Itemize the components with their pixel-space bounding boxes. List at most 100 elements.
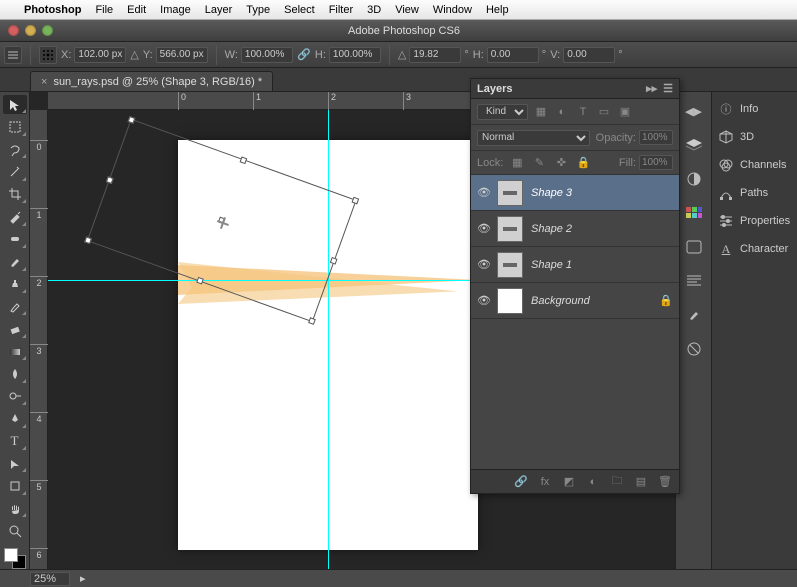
panel-3d[interactable]: 3D	[716, 126, 793, 148]
panel-info[interactable]: ⓘ Info	[716, 98, 793, 120]
adjustment-layer-icon[interactable]: ◐	[585, 474, 601, 490]
visibility-icon[interactable]: 👁	[477, 294, 489, 307]
brush-tool[interactable]	[3, 252, 27, 271]
link-wh-icon[interactable]: 🔗	[297, 47, 311, 63]
filter-adjust-icon[interactable]: ◐	[554, 104, 570, 120]
menubar-image[interactable]: Image	[160, 4, 191, 16]
hand-tool[interactable]	[3, 499, 27, 518]
filter-type-icon[interactable]: T	[575, 104, 591, 120]
lock-pixels-icon[interactable]: ✎	[531, 155, 547, 171]
layer-style-icon[interactable]: fx	[537, 474, 553, 490]
styles-strip-icon[interactable]	[681, 236, 707, 258]
gradient-tool[interactable]	[3, 342, 27, 361]
layer-name[interactable]: Background	[531, 295, 590, 307]
history-brush-tool[interactable]	[3, 297, 27, 316]
cancel-strip-icon[interactable]	[681, 338, 707, 360]
brush-strip-icon[interactable]	[681, 304, 707, 326]
filter-smart-icon[interactable]: ▣	[617, 104, 633, 120]
w-input[interactable]	[241, 47, 293, 63]
hskew-input[interactable]	[487, 47, 539, 63]
rotate-input[interactable]	[409, 47, 461, 63]
group-icon[interactable]: 🗀	[609, 474, 625, 490]
visibility-icon[interactable]: 👁	[477, 222, 489, 235]
layer-mask-icon[interactable]: ◩	[561, 474, 577, 490]
layers-strip-icon[interactable]	[681, 134, 707, 156]
filter-shape-icon[interactable]: ▭	[596, 104, 612, 120]
eraser-tool[interactable]	[3, 319, 27, 338]
guide-vertical[interactable]	[328, 110, 329, 569]
filter-pixel-icon[interactable]: ▦	[533, 104, 549, 120]
traffic-minimize[interactable]	[25, 25, 36, 36]
expand-panels-icon[interactable]: ◀▶	[681, 100, 707, 122]
pen-tool[interactable]	[3, 409, 27, 428]
link-layers-icon[interactable]: 🔗	[513, 474, 529, 490]
document-tab[interactable]: × sun_rays.psd @ 25% (Shape 3, RGB/16) *	[30, 71, 273, 91]
layer-row[interactable]: 👁 Background 🔒	[471, 283, 679, 319]
blend-mode-select[interactable]: Normal	[477, 130, 590, 146]
panel-character[interactable]: A Character	[716, 238, 793, 260]
menubar-window[interactable]: Window	[433, 4, 472, 16]
zoom-tool[interactable]	[3, 521, 27, 540]
visibility-icon[interactable]: 👁	[477, 186, 489, 199]
zoom-field[interactable]	[30, 572, 70, 586]
panel-collapse-icon[interactable]: ▸▸	[646, 82, 657, 95]
menubar-3d[interactable]: 3D	[367, 4, 381, 16]
ruler-vertical[interactable]: 0 1 2 3 4 5 6	[30, 110, 48, 569]
lock-position-icon[interactable]: ✜	[553, 155, 569, 171]
status-arrow-icon[interactable]: ▸	[80, 572, 86, 585]
transform-handle-nw[interactable]	[128, 116, 136, 124]
menubar-view[interactable]: View	[395, 4, 419, 16]
traffic-close[interactable]	[8, 25, 19, 36]
traffic-zoom[interactable]	[42, 25, 53, 36]
fill-input[interactable]	[639, 155, 673, 170]
new-layer-icon[interactable]: ▤	[633, 474, 649, 490]
crop-tool[interactable]	[3, 185, 27, 204]
transform-handle-sw[interactable]	[84, 236, 92, 244]
foreground-color-swatch[interactable]	[4, 548, 18, 562]
layer-thumbnail[interactable]	[497, 252, 523, 278]
menubar-select[interactable]: Select	[284, 4, 315, 16]
visibility-icon[interactable]: 👁	[477, 258, 489, 271]
lock-all-icon[interactable]: 🔒	[575, 155, 591, 171]
y-input[interactable]	[156, 47, 208, 63]
color-swatches[interactable]	[4, 548, 26, 569]
type-tool[interactable]: T	[3, 432, 27, 451]
x-input[interactable]	[74, 47, 126, 63]
dodge-tool[interactable]	[3, 387, 27, 406]
transform-handle-w[interactable]	[106, 176, 114, 184]
layer-name[interactable]: Shape 1	[531, 259, 572, 271]
layer-row[interactable]: 👁 Shape 1	[471, 247, 679, 283]
layer-name[interactable]: Shape 2	[531, 223, 572, 235]
close-tab-icon[interactable]: ×	[41, 76, 47, 88]
panel-properties[interactable]: Properties	[716, 210, 793, 232]
menubar-file[interactable]: File	[95, 4, 113, 16]
layer-name[interactable]: Shape 3	[531, 187, 572, 199]
shape-tool[interactable]	[3, 476, 27, 495]
marquee-tool[interactable]	[3, 117, 27, 136]
layer-row[interactable]: 👁 Shape 3	[471, 175, 679, 211]
eyedropper-tool[interactable]	[3, 207, 27, 226]
layers-panel[interactable]: Layers ▸▸ ☰ Kind ▦ ◐ T ▭ ▣ Normal Opacit…	[470, 78, 680, 494]
layer-thumbnail[interactable]	[497, 288, 523, 314]
path-selection-tool[interactable]	[3, 454, 27, 473]
adjustments-strip-icon[interactable]	[681, 168, 707, 190]
menubar-type[interactable]: Type	[246, 4, 270, 16]
menubar-app[interactable]: Photoshop	[24, 4, 81, 16]
layer-row[interactable]: 👁 Shape 2	[471, 211, 679, 247]
h-input[interactable]	[329, 47, 381, 63]
move-tool[interactable]	[3, 95, 27, 114]
filter-kind-select[interactable]: Kind	[477, 104, 528, 120]
menubar-edit[interactable]: Edit	[127, 4, 146, 16]
opacity-input[interactable]	[639, 130, 673, 145]
lasso-tool[interactable]	[3, 140, 27, 159]
blur-tool[interactable]	[3, 364, 27, 383]
clone-stamp-tool[interactable]	[3, 275, 27, 294]
tool-preset-button[interactable]	[4, 46, 22, 64]
menubar-help[interactable]: Help	[486, 4, 509, 16]
panel-channels[interactable]: Channels	[716, 154, 793, 176]
position-delta-icon[interactable]: △	[130, 48, 138, 61]
layer-thumbnail[interactable]	[497, 180, 523, 206]
paragraph-strip-icon[interactable]	[681, 270, 707, 292]
panel-paths[interactable]: Paths	[716, 182, 793, 204]
vskew-input[interactable]	[563, 47, 615, 63]
